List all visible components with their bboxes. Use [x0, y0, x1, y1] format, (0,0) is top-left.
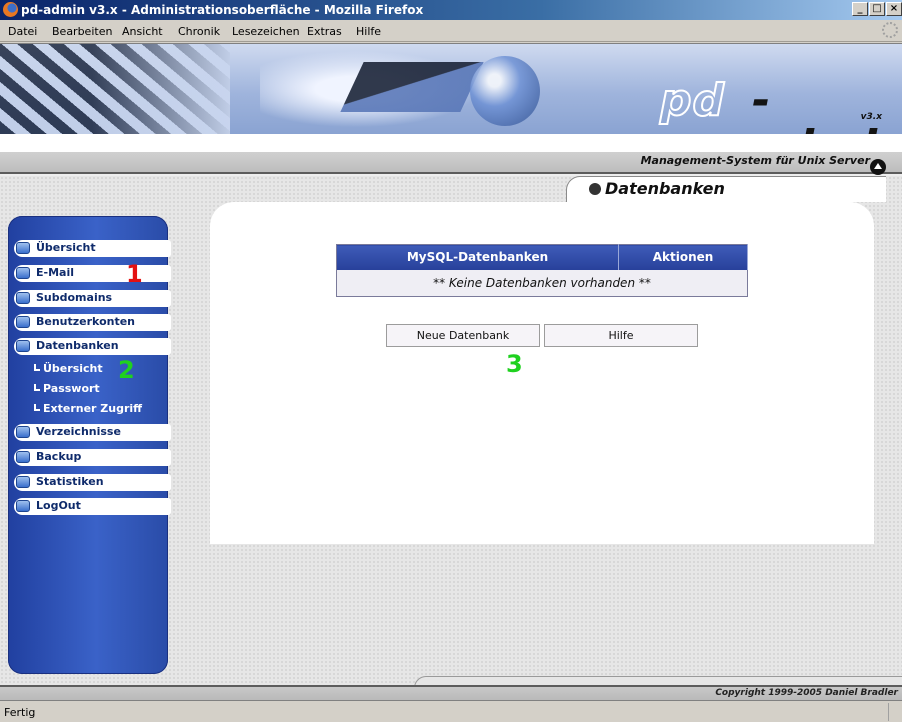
sidebar-item-statistiken[interactable]: Statistiken [14, 474, 171, 491]
throbber-icon [882, 22, 898, 38]
sidebar-item-datenbanken[interactable]: Datenbanken [14, 338, 171, 355]
help-button[interactable]: Hilfe [544, 324, 698, 347]
copyright-text: Copyright 1999-2005 Daniel Bradler [715, 688, 898, 698]
folder-open-icon [16, 340, 30, 352]
menu-datei[interactable]: Datei [8, 25, 37, 38]
globe-graphic [470, 56, 540, 126]
title-bar: pd-admin v3.x - Administrationsoberfläch… [0, 0, 902, 20]
empty-state-text: ** Keine Datenbanken vorhanden ** [336, 269, 748, 297]
folder-icon [16, 426, 30, 438]
minimize-button[interactable]: _ [852, 2, 868, 16]
section-title-tab: Datenbanken [566, 176, 886, 202]
column-header-mysql: MySQL-Datenbanken [336, 244, 619, 270]
tagline: Management-System für Unix Server [640, 154, 870, 167]
menu-chronik[interactable]: Chronik [178, 25, 220, 38]
footer-bar: Copyright 1999-2005 Daniel Bradler [0, 685, 902, 700]
annotation-marker-1: 1 [126, 260, 143, 288]
menu-hilfe[interactable]: Hilfe [356, 25, 381, 38]
sub-arrow-icon [34, 384, 40, 391]
logo-version: v3.x [860, 112, 882, 122]
sub-arrow-icon [34, 364, 40, 371]
logo-admin: -admin [752, 75, 902, 135]
firefox-icon [3, 2, 18, 17]
header-banner: pd -admin v3.x [0, 44, 902, 134]
menu-ansicht[interactable]: Ansicht [122, 25, 163, 38]
browser-window: pd-admin v3.x - Administrationsoberfläch… [0, 0, 902, 722]
logo-pd: pd [659, 75, 725, 126]
subitem-uebersicht[interactable]: Übersicht [34, 362, 103, 375]
menu-extras[interactable]: Extras [307, 25, 342, 38]
resize-grip[interactable] [888, 703, 902, 721]
close-button[interactable]: × [886, 2, 902, 16]
sub-arrow-icon [34, 404, 40, 411]
sidebar-item-benutzerkonten[interactable]: Benutzerkonten [14, 314, 171, 331]
annotation-marker-3: 3 [506, 350, 523, 378]
menu-bar: Datei Bearbeiten Ansicht Chronik Lesezei… [0, 20, 902, 42]
folder-icon [16, 451, 30, 463]
folder-icon [16, 500, 30, 512]
main-panel: MySQL-Datenbanken Aktionen ** Keine Date… [210, 202, 874, 544]
column-header-aktionen: Aktionen [618, 244, 748, 270]
sidebar: Übersicht E-Mail Subdomains Benutzerkont… [8, 216, 171, 674]
status-text: Fertig [4, 706, 36, 719]
folder-icon [16, 242, 30, 254]
annotation-marker-2: 2 [118, 356, 135, 384]
sidebar-item-backup[interactable]: Backup [14, 449, 171, 466]
section-bullet-icon [589, 183, 601, 195]
page-content: pd -admin v3.x Management-System für Uni… [0, 43, 902, 700]
page-title: Datenbanken [605, 179, 725, 198]
body-area: Übersicht E-Mail Subdomains Benutzerkont… [0, 176, 902, 700]
folder-icon [16, 476, 30, 488]
folder-icon [16, 292, 30, 304]
table-row: ** Keine Datenbanken vorhanden ** [336, 269, 748, 297]
window-title: pd-admin v3.x - Administrationsoberfläch… [21, 3, 424, 17]
subitem-passwort[interactable]: Passwort [34, 382, 100, 395]
new-database-button[interactable]: Neue Datenbank [386, 324, 540, 347]
database-table: MySQL-Datenbanken Aktionen ** Keine Date… [336, 244, 748, 297]
folder-icon [16, 267, 30, 279]
maximize-button[interactable]: □ [869, 2, 885, 16]
menu-bearbeiten[interactable]: Bearbeiten [52, 25, 112, 38]
menu-lesezeichen[interactable]: Lesezeichen [232, 25, 300, 38]
sidebar-item-logout[interactable]: LogOut [14, 498, 171, 515]
sidebar-item-verzeichnisse[interactable]: Verzeichnisse [14, 424, 171, 441]
sidebar-item-uebersicht[interactable]: Übersicht [14, 240, 171, 257]
tagline-bar: Management-System für Unix Server [0, 152, 902, 175]
banner-graphic [340, 62, 484, 112]
sidebar-item-email[interactable]: E-Mail [14, 265, 171, 282]
pd-admin-logo: pd -admin v3.x [659, 75, 902, 135]
scroll-up-icon[interactable] [870, 159, 886, 175]
sidebar-item-subdomains[interactable]: Subdomains [14, 290, 171, 307]
subitem-externer-zugriff[interactable]: Externer Zugriff [34, 402, 142, 415]
status-bar: Fertig [0, 700, 902, 722]
folder-icon [16, 316, 30, 328]
